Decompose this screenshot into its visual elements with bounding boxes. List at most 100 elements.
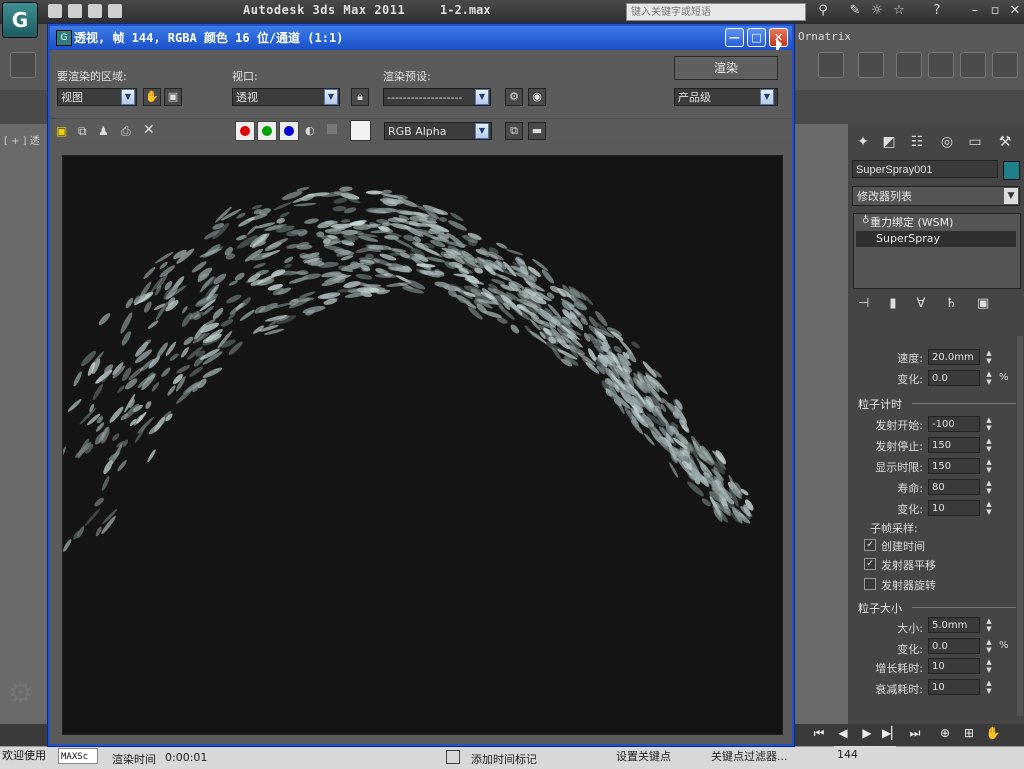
speed-spinner[interactable]: 20.0mm — [928, 349, 980, 365]
hierarchy-tab-icon[interactable]: ☷ — [906, 132, 928, 152]
previous-frame-icon[interactable]: ◀ — [834, 726, 852, 740]
make-unique-icon[interactable]: ∀ — [916, 296, 925, 311]
minimize-button[interactable]: — — [725, 28, 744, 47]
go-to-start-icon[interactable]: ⏮ — [810, 726, 828, 741]
object-color-swatch[interactable] — [1003, 161, 1020, 180]
go-to-end-icon[interactable]: ⏭ — [906, 726, 924, 741]
emit-start-spinner[interactable]: -100 — [928, 416, 980, 432]
auto-region-icon[interactable]: ▣ — [164, 88, 182, 106]
chevron-down-icon[interactable]: ▼ — [475, 123, 489, 139]
display-tab-icon[interactable]: ▭ — [964, 132, 986, 152]
create-time-checkbox[interactable]: ✓ — [864, 539, 876, 551]
key-filters-button[interactable]: 关键点过滤器... — [711, 748, 788, 764]
display-until-spinner[interactable]: 150 — [928, 458, 980, 474]
print-image-icon[interactable]: ⎙ — [121, 124, 131, 139]
green-channel-toggle[interactable] — [257, 121, 277, 141]
render-setup-icon[interactable]: ⚙ — [505, 88, 523, 106]
alpha-channel-icon[interactable]: ◐ — [305, 124, 315, 137]
restore-app-icon[interactable]: ▫ — [988, 4, 1002, 18]
new-file-icon[interactable] — [48, 4, 62, 18]
render-teapot-icon[interactable] — [992, 52, 1018, 78]
life-variation-arrows[interactable]: ▲ ▼ — [984, 500, 994, 516]
clear-image-icon[interactable]: ✕ — [143, 122, 155, 138]
fade-for-arrows[interactable]: ▲ ▼ — [984, 679, 994, 695]
bulb-icon[interactable]: ♁ — [862, 215, 869, 226]
comm-center-icon[interactable]: ☼ — [870, 4, 884, 18]
life-variation-spinner[interactable]: 10 — [928, 500, 980, 516]
copy-image-icon[interactable]: ⧉ — [78, 124, 87, 139]
size-variation-arrows[interactable]: ▲ ▼ — [984, 638, 994, 654]
zoom-all-icon[interactable]: ⊞ — [960, 726, 978, 740]
lock-viewport-icon[interactable]: 🔒︎ — [351, 88, 369, 106]
motion-tab-icon[interactable]: ◎ — [936, 132, 958, 152]
emit-stop-arrows[interactable]: ▲ ▼ — [984, 437, 994, 453]
emit-start-arrows[interactable]: ▲ ▼ — [984, 416, 994, 432]
modifier-list-dropdown[interactable]: 修改器列表 — [852, 186, 1020, 206]
monochrome-icon[interactable] — [327, 124, 337, 134]
color-swatch[interactable] — [350, 120, 371, 141]
blue-channel-toggle[interactable] — [279, 121, 299, 141]
help-icon[interactable]: ? — [930, 4, 944, 18]
chevron-down-icon[interactable]: ▼ — [1004, 188, 1018, 204]
size-spinner[interactable]: 5.0mm — [928, 617, 980, 633]
red-channel-toggle[interactable] — [235, 121, 255, 141]
emitter-rotation-checkbox[interactable] — [864, 578, 876, 590]
display-until-arrows[interactable]: ▲ ▼ — [984, 458, 994, 474]
edit-region-icon[interactable]: ✋ — [143, 88, 161, 106]
project-icon[interactable] — [108, 4, 122, 18]
minimize-app-icon[interactable]: – — [968, 4, 982, 18]
zoom-icon[interactable]: ⊕ — [936, 726, 954, 740]
life-arrows[interactable]: ▲ ▼ — [984, 479, 994, 495]
chevron-down-icon[interactable]: ▼ — [324, 89, 338, 105]
speed-spinner-arrows[interactable]: ▲ ▼ — [984, 349, 994, 365]
modify-tab-icon[interactable]: ◩ — [878, 132, 900, 152]
command-panel-scrollbar[interactable] — [1017, 336, 1023, 716]
clone-window-icon[interactable]: ♟ — [98, 124, 109, 138]
maxscript-listener[interactable]: MAXSc — [58, 748, 98, 764]
play-icon[interactable]: ▶ — [858, 726, 876, 740]
next-frame-icon[interactable]: ▶▏ — [882, 726, 900, 740]
viewport-label[interactable]: [ + ] 透 — [4, 132, 40, 147]
app-logo-icon[interactable]: G — [2, 2, 38, 38]
show-end-result-icon[interactable]: ▮ — [889, 296, 896, 311]
chevron-down-icon[interactable]: ▼ — [475, 89, 489, 105]
grow-for-arrows[interactable]: ▲ ▼ — [984, 658, 994, 674]
toggle-ui-overlay-icon[interactable]: ⧉ — [505, 122, 523, 140]
render-button[interactable]: 渲染 — [674, 56, 778, 80]
search-input[interactable]: 键入关键字或短语 — [626, 3, 806, 21]
life-spinner[interactable]: 80 — [928, 479, 980, 495]
object-name-field[interactable]: SuperSpray001 — [852, 160, 998, 178]
pan-icon[interactable]: ✋ — [984, 726, 1002, 740]
toggle-ui-icon[interactable]: ▬ — [528, 122, 546, 140]
utilities-tab-icon[interactable]: ⚒ — [994, 132, 1016, 152]
emitter-translation-checkbox[interactable]: ✓ — [864, 558, 876, 570]
emitter-rotation-label[interactable]: 发射器旋转 — [881, 577, 936, 593]
render-iterative-icon[interactable] — [960, 52, 986, 78]
create-tab-icon[interactable]: ✦ — [852, 132, 874, 152]
environment-icon[interactable]: ◉ — [528, 88, 546, 106]
speed-variation-spinner[interactable]: 0.0 — [928, 370, 980, 386]
chevron-down-icon[interactable]: ▼ — [121, 89, 135, 105]
select-region-icon[interactable] — [10, 52, 36, 78]
favorites-icon[interactable]: ☆ — [892, 4, 906, 18]
time-tag-icon[interactable] — [446, 750, 460, 764]
close-app-icon[interactable]: ✕ — [1008, 4, 1022, 18]
configure-sets-icon[interactable]: ▣ — [977, 296, 989, 311]
save-file-icon[interactable] — [88, 4, 102, 18]
current-frame-field[interactable]: 144 — [834, 746, 896, 764]
tools-icon[interactable]: ✎ — [848, 4, 862, 18]
create-time-label[interactable]: 创建时间 — [881, 538, 925, 554]
fade-for-spinner[interactable]: 10 — [928, 679, 980, 695]
save-image-icon[interactable]: ▣ — [56, 124, 67, 138]
add-time-tag-label[interactable]: 添加时间标记 — [471, 751, 537, 767]
open-file-icon[interactable] — [68, 4, 82, 18]
emitter-translation-label[interactable]: 发射器平移 — [881, 557, 936, 573]
grow-for-spinner[interactable]: 10 — [928, 658, 980, 674]
emit-stop-spinner[interactable]: 150 — [928, 437, 980, 453]
remove-modifier-icon[interactable]: ♄ — [945, 296, 957, 311]
render-production-icon[interactable] — [928, 52, 954, 78]
speed-variation-arrows[interactable]: ▲ ▼ — [984, 370, 994, 386]
binoculars-icon[interactable]: ⚲ — [816, 4, 830, 18]
size-arrows[interactable]: ▲ ▼ — [984, 617, 994, 633]
stack-item-superspray[interactable]: SuperSpray — [856, 231, 1016, 247]
